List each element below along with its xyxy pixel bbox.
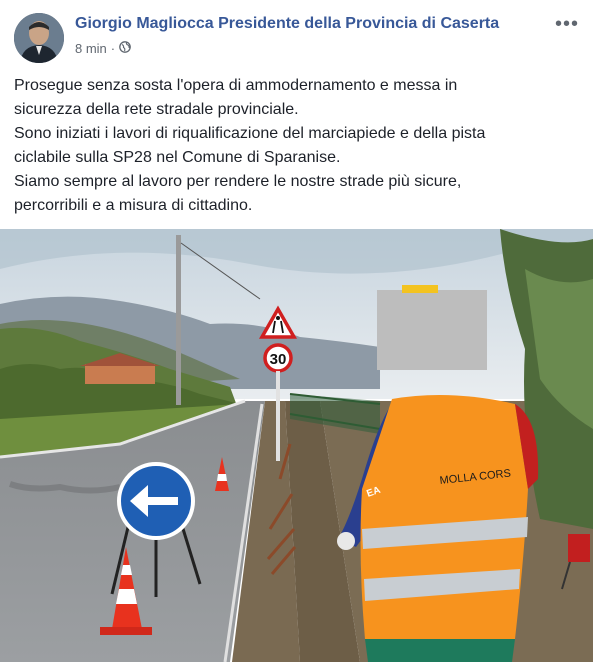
blurred-face bbox=[377, 290, 487, 370]
post-text-line: Prosegue senza sosta l'opera di ammodern… bbox=[14, 77, 458, 94]
post-text-line: sicurezza della rete stradale provincial… bbox=[14, 101, 299, 118]
speed-limit-text: 30 bbox=[270, 351, 287, 368]
avatar-image bbox=[14, 13, 64, 63]
roadwork-photo: 30 MOLLA CORS EA bbox=[0, 229, 593, 662]
post-photo[interactable]: 30 MOLLA CORS EA bbox=[0, 229, 593, 662]
globe-icon[interactable] bbox=[119, 41, 131, 56]
meta-separator: · bbox=[110, 41, 116, 56]
post-text-line: percorribili e a misura di cittadino. bbox=[14, 197, 253, 214]
avatar[interactable] bbox=[14, 13, 64, 63]
post-time-link[interactable]: 8 min bbox=[75, 41, 107, 56]
post-text-line: Siamo sempre al lavoro per rendere le no… bbox=[14, 173, 462, 190]
post-text: Prosegue senza sosta l'opera di ammodern… bbox=[14, 74, 574, 218]
author-name-link[interactable]: Giorgio Magliocca Presidente della Provi… bbox=[75, 15, 499, 33]
post-text-line: ciclabile sulla SP28 nel Comune di Spara… bbox=[14, 149, 341, 166]
post-header: Giorgio Magliocca Presidente della Provi… bbox=[0, 0, 593, 70]
post-meta: 8 min · bbox=[75, 41, 131, 56]
more-options-icon[interactable]: ••• bbox=[555, 13, 579, 36]
post-text-line: Sono iniziati i lavori di riqualificazio… bbox=[14, 125, 486, 142]
